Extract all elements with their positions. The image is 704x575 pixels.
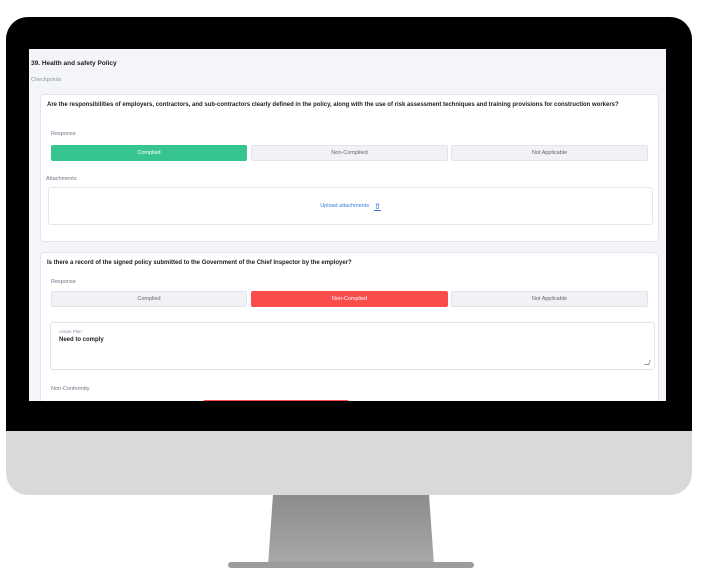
response-label: Response (51, 131, 76, 137)
upload-label: Upload attachments (320, 203, 370, 209)
resize-handle-icon[interactable] (644, 360, 651, 365)
option-not-applicable[interactable]: Not Applicable (451, 291, 648, 307)
non-conformity-option[interactable] (203, 400, 349, 401)
screen: 39. Health and safety Policy Checkpoints… (29, 49, 666, 401)
monitor-stand (268, 495, 434, 565)
option-not-applicable[interactable]: Not Applicable (451, 145, 648, 161)
section-title: 39. Health and safety Policy (31, 60, 117, 67)
upload-icon: ⇧ (374, 201, 381, 211)
checkpoint-card-2: Is there a record of the signed policy s… (40, 252, 659, 401)
monitor-chin (6, 431, 692, 495)
action-plan-label: Action Plan (59, 329, 82, 334)
question-text: Are the responsibilities of employers, c… (47, 102, 619, 108)
option-complied[interactable]: Complied (51, 145, 247, 161)
option-complied[interactable]: Complied (51, 291, 247, 307)
question-text: Is there a record of the signed policy s… (47, 260, 352, 266)
upload-attachments-button[interactable]: Upload attachments ⇧ (48, 187, 653, 225)
section-subtitle: Checkpoints (31, 77, 62, 83)
monitor-stand-base (228, 562, 474, 568)
attachments-label: Attachments (46, 176, 77, 182)
checkpoint-card-1: Are the responsibilities of employers, c… (40, 94, 659, 242)
response-label: Response (51, 279, 76, 285)
action-plan-field[interactable]: Action Plan Need to comply (50, 322, 655, 370)
non-conformity-label: Non-Conformity (51, 386, 90, 392)
option-non-complied[interactable]: Non-Compliied (251, 145, 448, 161)
action-plan-value: Need to comply (59, 337, 104, 343)
option-non-complied[interactable]: Non-Complied (251, 291, 448, 307)
